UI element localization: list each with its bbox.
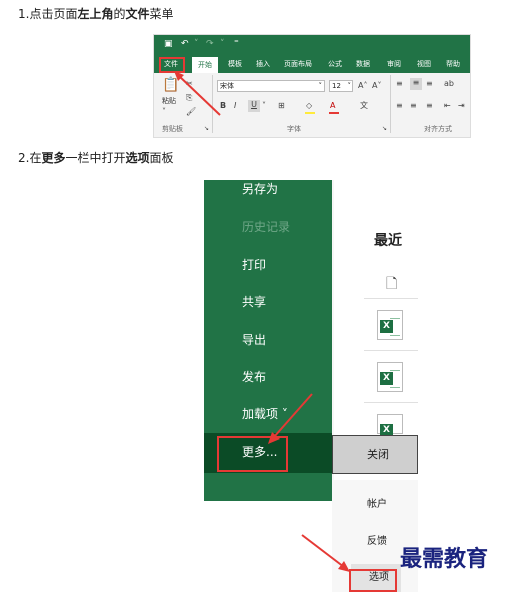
step-2-bold-2: 选项 bbox=[125, 151, 150, 165]
step-2-mid: 一栏中打开 bbox=[65, 151, 126, 165]
ribbon-screenshot: ▣ ↶ ˅ ↷ ˅ ⁼ 文件 开始 模板 插入 页面布局 公式 数据 审阅 视图… bbox=[153, 34, 471, 138]
arrows bbox=[268, 393, 350, 572]
watermark-logo: 最需教育 bbox=[400, 546, 489, 572]
arrow-to-file-tab bbox=[174, 71, 221, 116]
step-1-instruction: 1.点击页面左上角的文件菜单 bbox=[18, 7, 174, 21]
step-1-suffix: 菜单 bbox=[149, 7, 174, 21]
step-1-bold-2: 文件 bbox=[125, 7, 150, 21]
step-2-bold-1: 更多 bbox=[41, 151, 66, 165]
step-1-mid: 的 bbox=[113, 7, 126, 21]
step-1-bold-1: 左上角 bbox=[77, 7, 114, 21]
step-2-prefix: 2.在 bbox=[18, 151, 42, 165]
backstage-screenshot: 另存为 历史记录 打印 共享 导出 发布 加载项 ˅ 更多... 最近 🗋 X … bbox=[204, 180, 418, 592]
step-2-suffix: 面板 bbox=[149, 151, 174, 165]
step-1-prefix: 1.点击页面 bbox=[18, 7, 78, 21]
step-2-instruction: 2.在更多一栏中打开选项面板 bbox=[18, 151, 174, 165]
